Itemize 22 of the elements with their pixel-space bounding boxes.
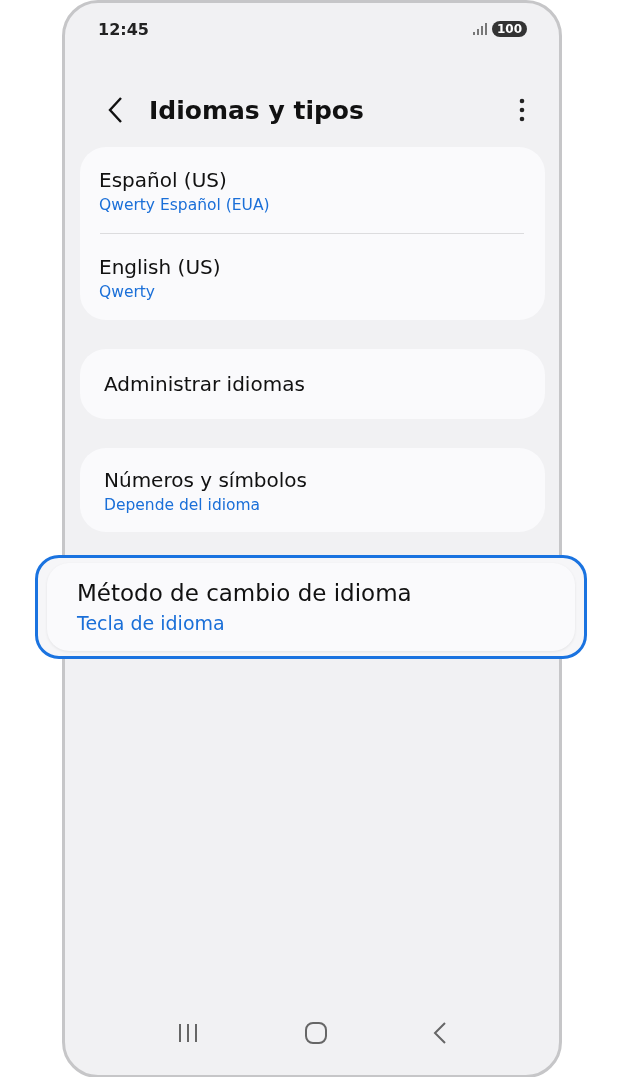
item-title: Método de cambio de idioma: [77, 580, 413, 606]
item-value: Tecla de idioma: [77, 612, 226, 634]
settings-item[interactable]: English (US) Qwerty: [80, 234, 545, 320]
battery-level: 100: [491, 21, 527, 37]
settings-item[interactable]: Español (US) Qwerty Español (EUA): [80, 147, 545, 233]
item-value: Qwerty Español (EUA): [99, 196, 271, 214]
settings-item[interactable]: Números y símbolos Depende del idioma: [80, 448, 545, 532]
item-value: Depende del idioma: [104, 496, 262, 514]
item-title: Administrar idiomas: [104, 372, 306, 396]
item-title: English (US): [99, 255, 222, 279]
back-button[interactable]: [107, 96, 123, 124]
more-options-button[interactable]: [519, 98, 525, 122]
home-button[interactable]: [304, 1021, 328, 1045]
item-title: Español (US): [99, 168, 228, 192]
settings-item[interactable]: Método de cambio de idioma Tecla de idioma: [47, 563, 575, 651]
page-title: Idiomas y tipos: [149, 95, 365, 125]
item-value: Qwerty: [99, 283, 157, 301]
item-title: Números y símbolos: [104, 468, 309, 492]
settings-item[interactable]: Administrar idiomas: [80, 349, 545, 419]
signal-icon: [472, 23, 487, 35]
clock: 12:45: [98, 19, 149, 39]
recent-apps-button[interactable]: [177, 1023, 200, 1043]
